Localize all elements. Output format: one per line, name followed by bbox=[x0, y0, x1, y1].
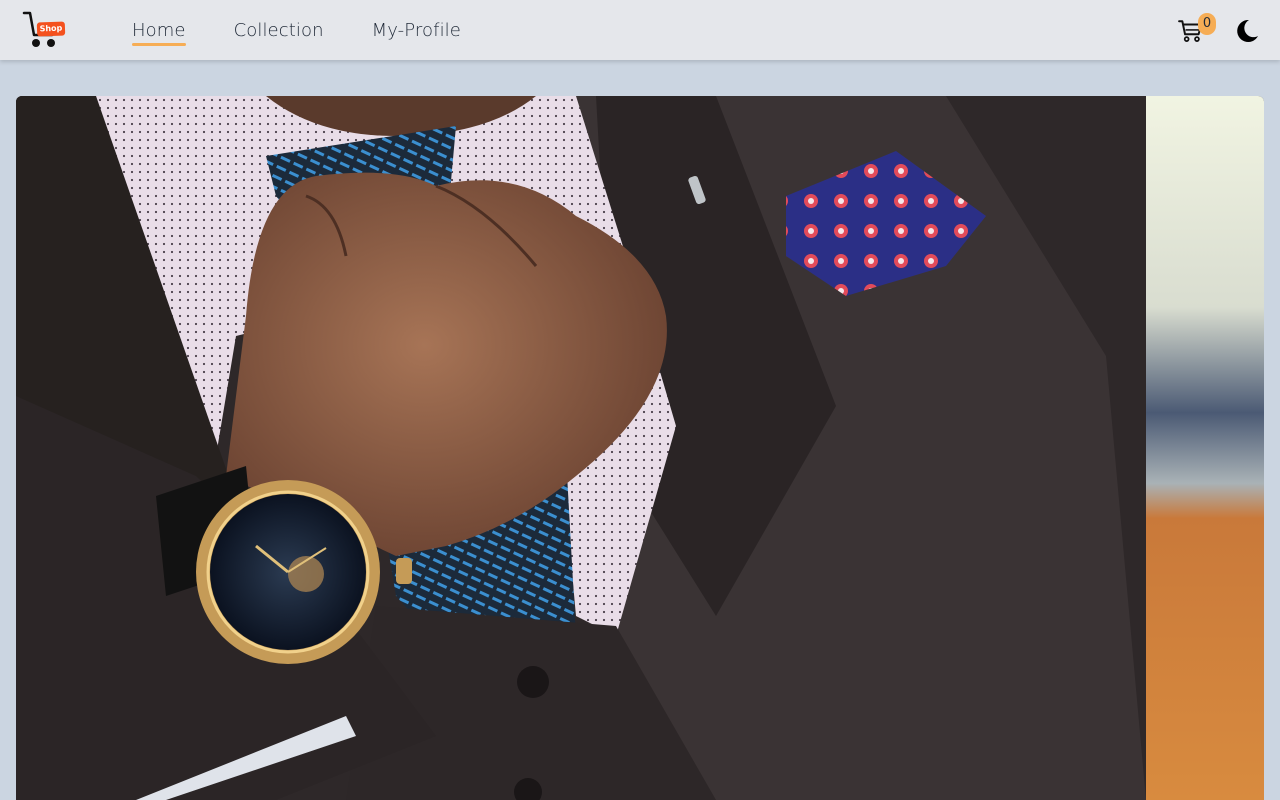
navbar: Shop Home Collection My-Profile 0 bbox=[0, 0, 1280, 60]
logo-text: Shop bbox=[36, 21, 66, 37]
shop-logo[interactable]: Shop bbox=[22, 11, 68, 49]
nav-my-profile[interactable]: My-Profile bbox=[372, 20, 461, 41]
theme-toggle-button[interactable] bbox=[1232, 17, 1260, 45]
nav-home[interactable]: Home bbox=[132, 20, 186, 46]
hero-photo bbox=[16, 96, 1264, 800]
cart-count-badge: 0 bbox=[1198, 13, 1216, 35]
moon-icon bbox=[1237, 19, 1258, 42]
main-nav: Home Collection My-Profile bbox=[132, 0, 509, 60]
hero-image bbox=[16, 96, 1264, 800]
nav-collection[interactable]: Collection bbox=[234, 20, 324, 41]
